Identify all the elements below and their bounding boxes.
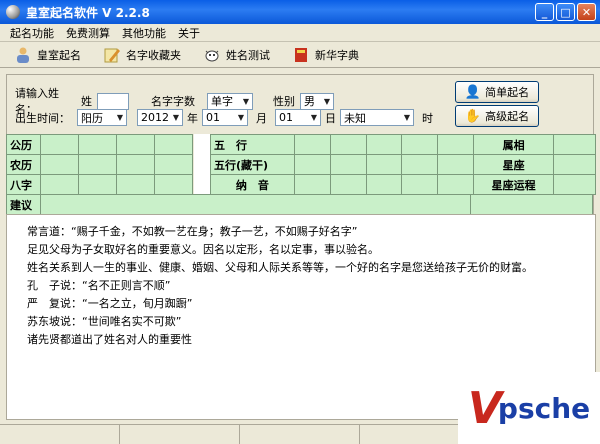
- month-select[interactable]: 01 ▼: [202, 109, 248, 126]
- menu-free-calc[interactable]: 免费测算: [60, 25, 116, 41]
- table-row: 建议: [6, 194, 593, 215]
- chevron-down-icon: ▼: [172, 113, 180, 122]
- bazi-grid: 公历 农历 八字 五 行 属相 五行(藏干) 星座 纳 音 星座运程 建议: [6, 134, 596, 216]
- menu-naming[interactable]: 起名功能: [4, 25, 60, 41]
- pencil-icon: [103, 46, 121, 64]
- text-line: 苏东坡说：“世间唯名实不可欺”: [27, 315, 182, 328]
- chevron-down-icon: ▼: [403, 113, 411, 122]
- advice-row-table: 建议: [6, 194, 593, 215]
- table-row: 纳 音 星座运程: [210, 174, 596, 195]
- left-grid-table: 公历 农历 八字: [6, 134, 193, 195]
- text-line: 足见父母为子女取好名的重要意义。因名以定形，名以定事，事以验名。: [27, 243, 379, 256]
- char-count-select[interactable]: 单字 ▼: [207, 92, 253, 110]
- calendar-select[interactable]: 阳历 ▼: [77, 109, 127, 126]
- text-line: 常言道：“赐子千金，不如教一艺在身；教子一艺，不如赐子好名字”: [27, 225, 358, 238]
- day-select[interactable]: 01 ▼: [275, 109, 321, 126]
- menu-about[interactable]: 关于: [172, 25, 206, 41]
- text-line: 姓名关系到人一生的事业、健康、婚姻、父母和人际关系等等，一个好的名字是您送给孩子…: [27, 261, 533, 274]
- menu-bar: 起名功能 免费测算 其他功能 关于: [0, 24, 600, 42]
- chevron-down-icon: ▼: [116, 113, 124, 122]
- toolbar-favorites[interactable]: 名字收藏夹: [103, 46, 181, 64]
- window-title: 皇室起名软件 V 2.2.8: [26, 5, 150, 20]
- window-controls: _ □ ✕: [535, 3, 596, 21]
- simple-naming-button[interactable]: 👤 简单起名: [455, 81, 539, 103]
- table-row: 八字: [6, 174, 193, 195]
- text-line: 严 复说：“一名之立，旬月踟蹰”: [27, 297, 193, 310]
- hour-select[interactable]: 未知 ▼: [340, 109, 414, 126]
- table-row: 公历: [6, 134, 193, 155]
- close-button[interactable]: ✕: [577, 3, 596, 21]
- person-icon: [14, 46, 32, 64]
- middle-grid-table: 五 行 属相 五行(藏干) 星座 纳 音 星座运程: [210, 134, 596, 195]
- birth-row: 出生时间： 阳历 ▼ 2012 ▼ 年 01 ▼ 月 01 ▼ 日 未知 ▼ 时: [15, 109, 433, 126]
- toolbar-dictionary[interactable]: 新华字典: [292, 46, 359, 64]
- table-row: 五 行 属相: [210, 134, 596, 155]
- book-icon: [292, 46, 310, 64]
- watermark-logo: V psche: [458, 372, 600, 444]
- toolbar: 皇室起名 名字收藏夹 姓名测试 新华字典: [0, 42, 600, 68]
- logo-text: psche: [497, 391, 591, 425]
- toolbar-royal-naming[interactable]: 皇室起名: [14, 46, 81, 64]
- gender-select[interactable]: 男 ▼: [300, 92, 334, 110]
- text-line: 诸先贤都道出了姓名对人的重要性: [27, 333, 192, 346]
- advanced-naming-button[interactable]: ✋ 高级起名: [455, 105, 539, 127]
- logo-v: V: [467, 382, 502, 434]
- yin-yang-icon: [6, 5, 20, 19]
- toolbar-name-test[interactable]: 姓名测试: [203, 46, 270, 64]
- cow-icon: [203, 46, 221, 64]
- hand-icon: ✋: [464, 108, 482, 124]
- chevron-down-icon: ▼: [310, 113, 318, 122]
- chevron-down-icon: ▼: [242, 96, 250, 106]
- surname-input[interactable]: [97, 92, 129, 110]
- title-bar: 皇室起名软件 V 2.2.8 _ □ ✕: [0, 0, 600, 24]
- minimize-button[interactable]: _: [535, 3, 554, 21]
- chevron-down-icon: ▼: [237, 113, 245, 122]
- maximize-button[interactable]: □: [556, 3, 575, 21]
- chevron-down-icon: ▼: [323, 96, 331, 106]
- divider: [194, 134, 210, 194]
- person-icon: 👤: [464, 84, 482, 100]
- year-select[interactable]: 2012 ▼: [137, 109, 183, 126]
- menu-other[interactable]: 其他功能: [116, 25, 172, 41]
- text-line: 孔 子说：“名不正则言不顺”: [27, 279, 171, 292]
- table-row: 五行(藏干) 星座: [210, 154, 596, 175]
- table-row: 农历: [6, 154, 193, 175]
